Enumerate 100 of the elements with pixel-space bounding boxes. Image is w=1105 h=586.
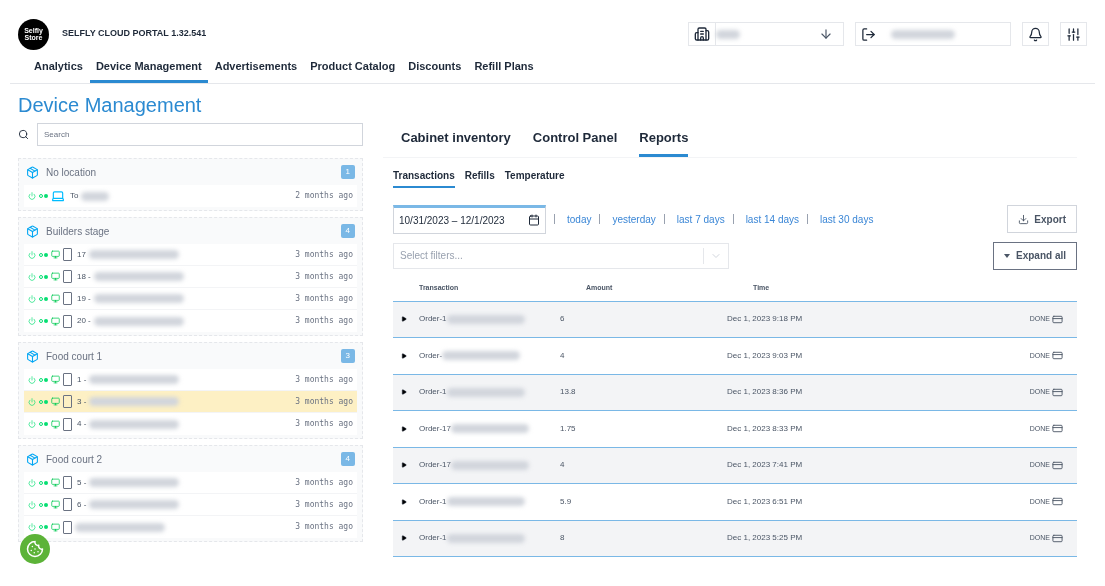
power-icon <box>28 500 36 509</box>
last-seen-time: 3 months ago <box>295 292 353 305</box>
expand-arrow-icon[interactable] <box>401 389 407 396</box>
power-icon <box>28 192 36 200</box>
time-cell-text: Dec 1, 2023 6:51 PM <box>727 495 804 508</box>
cabinet-icon <box>63 520 72 534</box>
time-cell-text: Dec 1, 2023 9:03 PM <box>727 349 804 362</box>
cabinet-icon <box>63 417 72 431</box>
last-seen-time: 3 months ago <box>295 521 353 533</box>
location-select[interactable] <box>688 22 844 46</box>
device-row[interactable]: 1 - 3 months ago <box>24 369 357 391</box>
cabinet-icon <box>63 314 72 328</box>
location-name[interactable]: Food court 1 <box>46 348 103 364</box>
device-row[interactable]: 3 months ago <box>24 516 357 538</box>
amount-cell-text: 6 <box>560 313 566 326</box>
expand-arrow-icon[interactable] <box>401 498 407 505</box>
expand-arrow-icon[interactable] <box>401 352 407 359</box>
last-seen-time: 3 months ago <box>295 498 353 511</box>
screen-icon <box>51 272 60 281</box>
notifications-button[interactable] <box>1022 22 1049 46</box>
count-badge: 1 <box>340 165 355 179</box>
device-row[interactable]: To 2 months ago <box>24 185 357 207</box>
transaction-id: Order-17 <box>419 422 451 435</box>
device-name: 5 - <box>77 476 87 489</box>
nav-tab[interactable]: Device Management <box>89 57 208 83</box>
screen-icon <box>51 250 60 259</box>
device-row[interactable]: 6 - 3 months ago <box>24 494 357 516</box>
device-name: 20 - <box>77 315 91 327</box>
nav-tab[interactable]: Analytics <box>28 57 89 83</box>
device-tab[interactable]: Reports <box>639 128 689 157</box>
card-icon <box>1052 313 1063 325</box>
power-icon <box>28 272 36 281</box>
device-tab[interactable]: Cabinet inventory <box>401 128 511 157</box>
expand-arrow-icon[interactable] <box>401 462 407 469</box>
search-field[interactable]: Search <box>37 123 363 146</box>
box-icon <box>26 349 39 363</box>
screen-icon <box>51 419 60 429</box>
device-row[interactable]: 19 - 3 months ago <box>24 288 357 310</box>
redacted-text-block <box>81 191 110 201</box>
device-row[interactable]: 20 - 3 months ago <box>24 310 357 332</box>
cabinet-icon <box>63 270 72 283</box>
power-icon <box>28 478 36 487</box>
redacted-text-block <box>716 29 740 39</box>
redacted-text-block <box>891 29 955 39</box>
screen-icon <box>51 478 60 487</box>
device-row[interactable]: 4 - 3 months ago <box>24 413 357 435</box>
report-tab[interactable]: Transactions <box>393 167 455 188</box>
count-badge: 3 <box>340 349 355 363</box>
transaction-id: Order-17 <box>419 459 451 472</box>
card-icon <box>1052 459 1063 471</box>
location-name[interactable]: No location <box>46 164 97 180</box>
last-seen-time: 3 months ago <box>295 248 353 261</box>
account-field[interactable] <box>855 22 1011 46</box>
nav-tab[interactable]: Discounts <box>402 57 468 83</box>
screen-icon <box>51 375 60 384</box>
count-badge: 4 <box>340 224 355 238</box>
time-cell-text: Dec 1, 2023 8:36 PM <box>727 386 804 399</box>
count-badge: 4 <box>340 452 355 466</box>
report-tab[interactable]: Refills <box>464 167 495 188</box>
report-tab[interactable]: Temperature <box>504 167 565 188</box>
device-row[interactable]: 18 - 3 months ago <box>24 266 357 288</box>
date-range-field[interactable]: 10/31/2023 – 12/1/2023 <box>393 204 546 234</box>
settings-button[interactable] <box>1060 22 1087 46</box>
location-name[interactable]: Food court 2 <box>46 451 103 467</box>
time-cell-text: Dec 1, 2023 9:18 PM <box>727 313 804 326</box>
export-button[interactable]: Export <box>1007 205 1077 233</box>
last-seen-time: 3 months ago <box>295 315 353 327</box>
expand-arrow-icon[interactable] <box>401 316 407 323</box>
last-seen-time: 3 months ago <box>295 476 353 489</box>
card-icon <box>1052 350 1063 362</box>
screen-icon <box>51 500 60 509</box>
power-icon <box>28 317 36 325</box>
power-icon <box>28 250 36 259</box>
quick-range-link[interactable]: today <box>567 211 592 227</box>
device-row[interactable]: 5 - 3 months ago <box>24 472 357 494</box>
quick-range-link[interactable]: yesterday <box>612 211 656 227</box>
nav-tab[interactable]: Advertisements <box>208 57 304 83</box>
search-icon <box>18 129 29 140</box>
device-name: 6 - <box>77 498 87 511</box>
cookie-button[interactable] <box>20 534 50 564</box>
amount-cell-text: 8 <box>560 532 566 545</box>
device-name: 3 - <box>77 395 87 408</box>
page-title: Device Management <box>18 93 203 117</box>
device-row[interactable]: 17 3 months ago <box>24 244 357 266</box>
logout-icon[interactable] <box>861 26 876 42</box>
expand-arrow-icon[interactable] <box>401 535 407 542</box>
screen-icon <box>51 316 60 326</box>
quick-range-link[interactable]: last 30 days <box>820 211 874 227</box>
cabinet-icon <box>63 248 72 261</box>
quick-range-link[interactable]: last 14 days <box>745 211 799 227</box>
location-name[interactable]: Builders stage <box>46 223 110 239</box>
device-row[interactable]: 3 - 3 months ago <box>24 391 357 413</box>
device-tab[interactable]: Control Panel <box>532 128 618 157</box>
nav-tab[interactable]: Product Catalog <box>304 57 402 83</box>
expand-all-button[interactable]: Expand all <box>993 241 1077 270</box>
expand-arrow-icon[interactable] <box>401 425 407 432</box>
nav-tab[interactable]: Refill Plans <box>468 57 540 83</box>
quick-range-link[interactable]: last 7 days <box>676 211 725 227</box>
screen-icon <box>51 522 60 532</box>
calendar-icon[interactable] <box>528 214 540 226</box>
